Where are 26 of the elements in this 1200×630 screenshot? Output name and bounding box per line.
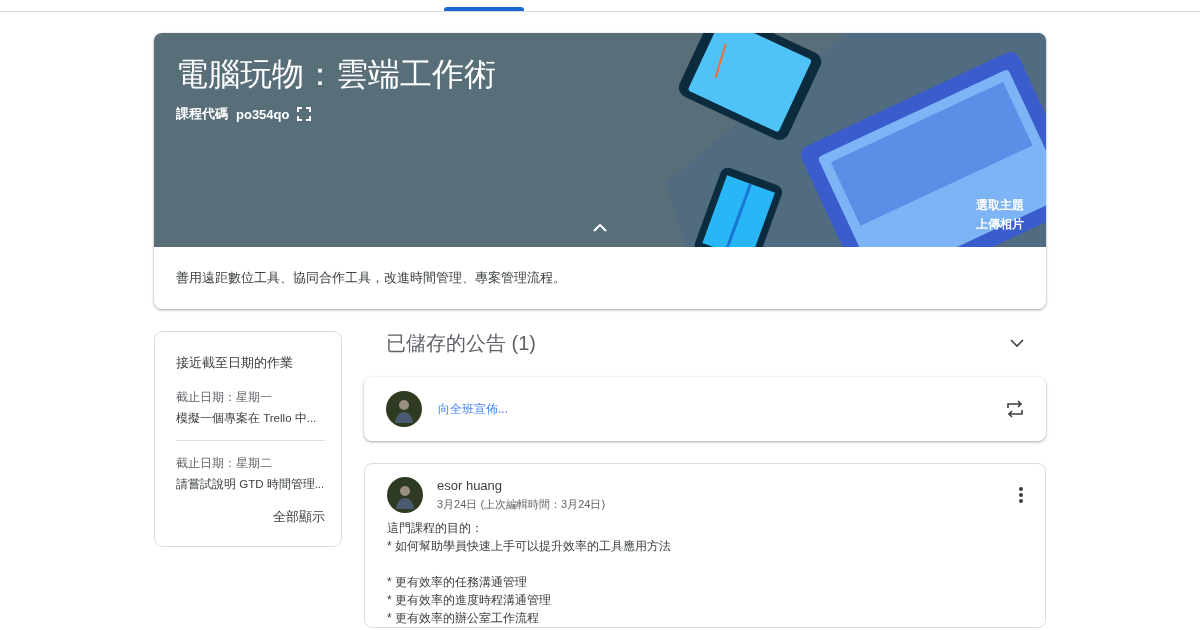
due-date: 截止日期：星期二	[176, 455, 273, 472]
class-code: po354qo	[236, 106, 290, 122]
assignment-link[interactable]: 請嘗試說明 GTD 時間管理...	[176, 477, 325, 492]
course-title: 電腦玩物：雲端工作術	[176, 55, 497, 94]
section-title: 已儲存的公告 (1)	[386, 330, 536, 356]
post-text-line: * 更有效率的進度時程溝通管理	[387, 592, 551, 609]
repost-icon[interactable]	[1006, 400, 1024, 418]
course-description: 善用遠距數位工具、協同合作工具，改進時間管理、專案管理流程。	[175, 269, 567, 287]
author-name: esor huang	[437, 478, 504, 493]
assignment-link[interactable]: 模擬一個專案在 Trello 中...	[176, 411, 317, 426]
avatar-icon	[386, 391, 422, 427]
view-all-link[interactable]: 全部顯示	[273, 508, 325, 526]
more-options-icon[interactable]	[1019, 487, 1023, 503]
post-text-line: * 更有效率的辦公室工作流程	[387, 610, 539, 627]
chevron-icon[interactable]	[1010, 338, 1024, 348]
post-text-line: * 更有效率的任務溝通管理	[387, 574, 527, 591]
post-text-line: 這門課程的目的：	[387, 520, 483, 537]
announcement-field[interactable]: 向全班宣佈...	[436, 401, 992, 417]
collapse-icon[interactable]	[593, 223, 607, 232]
widget-title: 接近截至日期的作業	[176, 354, 294, 372]
due-date: 截止日期：星期一	[176, 389, 273, 406]
post-text-line: * 如何幫助學員快速上手可以提升效率的工具應用方法	[387, 538, 671, 555]
avatar-icon	[387, 477, 423, 513]
post-date: 3月24日 (上次編輯時間：3月24日)	[437, 497, 607, 512]
class-code-label: 課程代碼	[176, 105, 228, 123]
fullscreen-icon[interactable]	[297, 107, 312, 121]
